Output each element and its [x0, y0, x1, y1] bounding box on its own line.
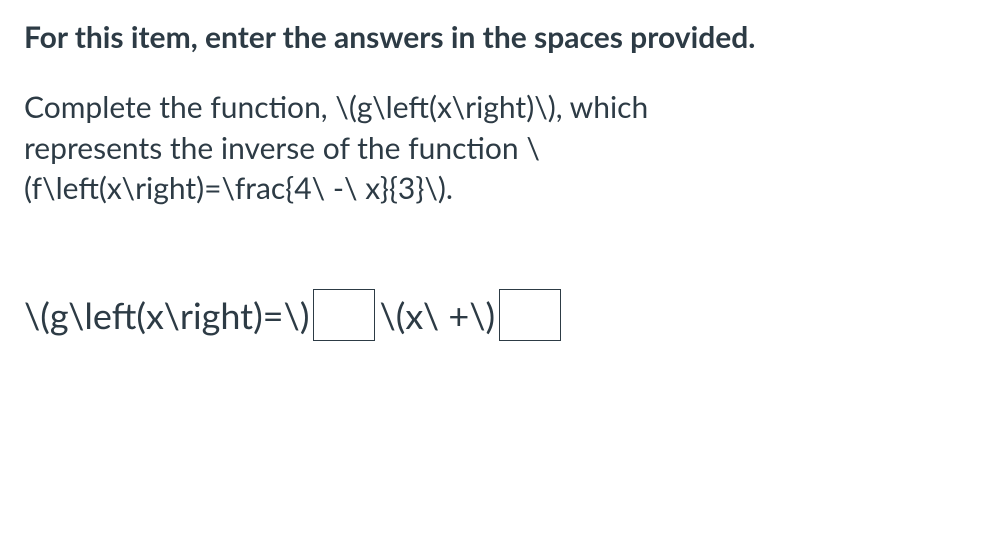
instruction-text: For this item, enter the answers in the …: [24, 18, 958, 57]
question-prompt: Complete the function, \(g\left(x\right)…: [24, 87, 958, 209]
prompt-line-1: Complete the function, \(g\left(x\right)…: [24, 89, 648, 125]
answer-prefix: \(g\left(x\right)=\): [24, 293, 309, 337]
answer-input-1[interactable]: [313, 289, 375, 341]
answer-line: \(g\left(x\right)=\) \(x\ +\): [24, 289, 958, 341]
prompt-line-2: represents the inverse of the function \: [24, 130, 540, 166]
answer-input-2[interactable]: [499, 289, 561, 341]
answer-middle: \(x\ +\): [379, 293, 495, 337]
prompt-line-3: (f\left(x\right)=\frac{4\ -\ x}{3}\).: [24, 170, 453, 206]
